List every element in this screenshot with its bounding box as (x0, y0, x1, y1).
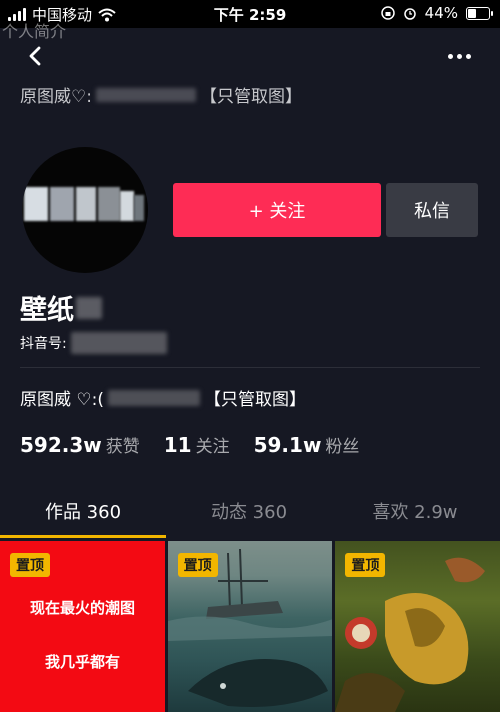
stat-label: 关注 (195, 437, 230, 457)
message-button[interactable]: 私信 (386, 183, 478, 237)
redacted-block (76, 296, 102, 319)
thumbnail-text-line: 现在最火的潮图 (29, 599, 135, 617)
video-thumbnail[interactable]: 置顶 (335, 541, 500, 712)
douyin-id: 抖音号: (20, 332, 167, 354)
stat-label: 获赞 (105, 437, 140, 457)
more-dots-icon (448, 53, 453, 59)
battery-icon (466, 6, 493, 20)
profile-name: 壁纸 (20, 288, 102, 327)
redacted-block (95, 87, 196, 102)
stats-row: 592.3w 获赞 11 关注 59.1w 粉丝 (20, 432, 383, 457)
pinned-badge: 置顶 (345, 553, 386, 577)
tab-likes[interactable]: 喜欢 2.9w (332, 498, 498, 542)
bio-suffix: 【只管取图】 (204, 390, 307, 410)
rotation-lock-icon (380, 6, 395, 20)
battery-percent: 44% (424, 4, 458, 22)
stat-label: 粉丝 (325, 437, 360, 457)
video-thumbnail[interactable]: 置顶 现在最火的潮图 我几乎都有 (0, 541, 165, 712)
stat-likes: 592.3w 获赞 (20, 432, 140, 457)
follow-button[interactable]: + 关注 (173, 183, 381, 237)
stat-value: 11 (163, 433, 192, 457)
video-grid: 置顶 现在最火的潮图 我几乎都有 置顶 置顶 (0, 541, 500, 712)
stat-value: 592.3w (20, 433, 102, 457)
pinned-badge: 置顶 (177, 553, 218, 577)
header-signature-prefix: 原图威♡: (20, 87, 92, 107)
avatar[interactable] (22, 147, 148, 273)
douyin-id-label: 抖音号: (20, 336, 67, 352)
bio-prefix: 原图威 ♡:( (20, 390, 105, 410)
header-signature-suffix: 【只管取图】 (199, 87, 302, 107)
more-button[interactable] (448, 48, 476, 64)
bio: 原图威 ♡:( 【只管取图】 (20, 385, 306, 410)
status-bar: 中国移动 下午 2:59 44% 个人简介 (0, 0, 500, 41)
top-nav (0, 36, 500, 76)
header-signature: 原图威♡: 【只管取图】 (20, 82, 302, 107)
redacted-block (70, 332, 167, 354)
alarm-icon (403, 8, 416, 20)
content-tabs: 作品 360 动态 360 喜欢 2.9w (0, 498, 500, 542)
back-button[interactable] (22, 42, 50, 70)
stat-following[interactable]: 11 关注 (164, 432, 230, 457)
stat-followers[interactable]: 59.1w 粉丝 (254, 432, 360, 457)
tab-works[interactable]: 作品 360 (0, 498, 166, 542)
status-right: 44% (380, 4, 493, 22)
profile-name-text: 壁纸 (20, 295, 74, 326)
divider (20, 367, 480, 368)
thumbnail-text-line: 我几乎都有 (44, 653, 120, 671)
redacted-block (108, 389, 201, 406)
pinned-badge: 置顶 (10, 553, 50, 577)
stat-value: 59.1w (253, 433, 322, 457)
tab-dynamics[interactable]: 动态 360 (166, 498, 332, 542)
chevron-left-icon (29, 46, 41, 66)
video-thumbnail[interactable]: 置顶 (167, 541, 333, 712)
